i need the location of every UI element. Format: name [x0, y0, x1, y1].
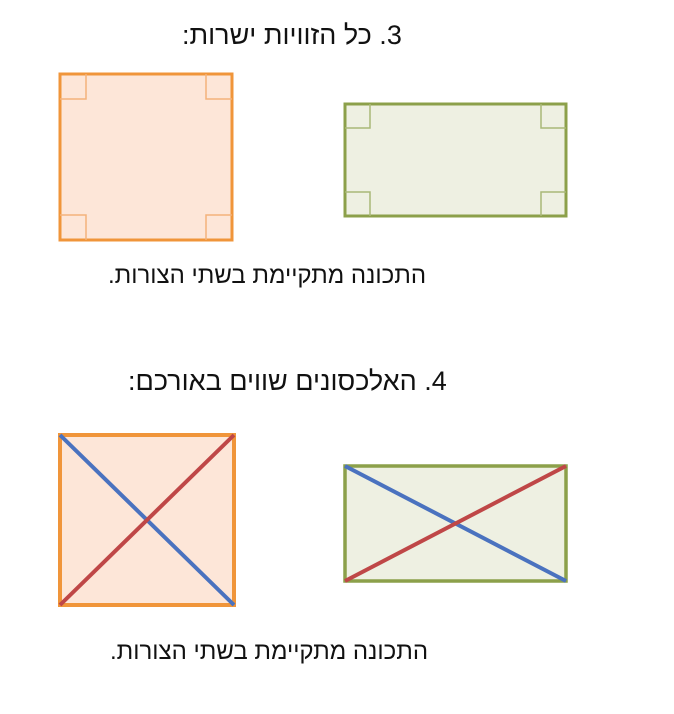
rectangle-diagonals [343, 464, 568, 583]
square-right-angles [58, 72, 234, 242]
shapes-canvas [58, 72, 568, 607]
rectangle-shape [343, 102, 568, 218]
square-diagonals [58, 433, 236, 607]
rectangle-right-angles [343, 102, 568, 218]
